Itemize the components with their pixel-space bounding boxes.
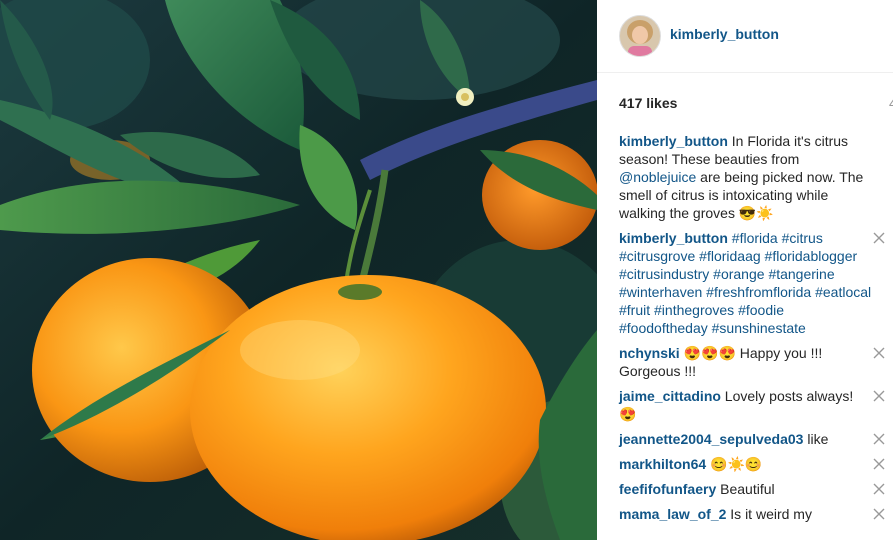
hashtag[interactable]: #freshfromflorida bbox=[706, 284, 811, 300]
likes-edge-text: 4 bbox=[889, 95, 893, 111]
comment-author[interactable]: kimberly_button bbox=[619, 230, 728, 246]
list-item: markhilton64 😊☀️😊 bbox=[619, 455, 891, 473]
post-username[interactable]: kimberly_button bbox=[670, 26, 779, 42]
hashtag[interactable]: #fruit bbox=[619, 302, 650, 318]
hashtag[interactable]: #winterhaven bbox=[619, 284, 702, 300]
list-item: feefifofunfaery Beautiful bbox=[619, 480, 891, 498]
oranges-photo bbox=[0, 0, 597, 540]
close-icon[interactable] bbox=[873, 232, 885, 244]
hashtag[interactable]: #citrus bbox=[782, 230, 823, 246]
close-icon[interactable] bbox=[873, 458, 885, 470]
hashtag[interactable]: #floridablogger bbox=[765, 248, 858, 264]
list-item: jaime_cittadino Lovely posts always! 😍 bbox=[619, 387, 891, 423]
comment-author[interactable]: nchynski bbox=[619, 345, 680, 361]
hashtag[interactable]: #floridaag bbox=[699, 248, 761, 264]
comment-author[interactable]: mama_law_of_2 bbox=[619, 506, 726, 522]
post-photo[interactable] bbox=[0, 0, 597, 540]
comment-text: like bbox=[803, 431, 829, 447]
caption: kimberly_button In Florida it's citrus s… bbox=[619, 132, 891, 222]
close-icon[interactable] bbox=[873, 433, 885, 445]
comment-text: Is it weird my bbox=[726, 506, 812, 522]
comment-author[interactable]: kimberly_button bbox=[619, 133, 728, 149]
avatar-image bbox=[620, 16, 660, 56]
hashtag[interactable]: #tangerine bbox=[768, 266, 834, 282]
mention-link[interactable]: @noblejuice bbox=[619, 169, 696, 185]
list-item: kimberly_button #florida #citrus #citrus… bbox=[619, 229, 891, 337]
likes-count[interactable]: 417 likes bbox=[619, 95, 677, 111]
comment-author[interactable]: markhilton64 bbox=[619, 456, 706, 472]
comment-author[interactable]: feefifofunfaery bbox=[619, 481, 716, 497]
hashtag[interactable]: #florida bbox=[732, 230, 778, 246]
post-sidebar: kimberly_button 417 likes 4 kimberly_but… bbox=[597, 0, 893, 540]
close-icon[interactable] bbox=[873, 508, 885, 520]
list-item: nchynski 😍😍😍 Happy you !!! Gorgeous !!! bbox=[619, 344, 891, 380]
post-header: kimberly_button bbox=[597, 0, 893, 73]
hashtag[interactable]: #citrusindustry bbox=[619, 266, 709, 282]
hashtag[interactable]: #foodie bbox=[738, 302, 784, 318]
comment-text: Beautiful bbox=[716, 481, 775, 497]
hashtag[interactable]: #inthegroves bbox=[654, 302, 734, 318]
list-item: mama_law_of_2 Is it weird my bbox=[619, 505, 891, 523]
avatar[interactable] bbox=[619, 15, 661, 57]
hashtag[interactable]: #sunshinestate bbox=[712, 320, 806, 336]
hashtag[interactable]: #eatlocal bbox=[815, 284, 871, 300]
close-icon[interactable] bbox=[873, 483, 885, 495]
comments-list: kimberly_button In Florida it's citrus s… bbox=[619, 132, 891, 530]
hashtag[interactable]: #foodoftheday bbox=[619, 320, 708, 336]
close-icon[interactable] bbox=[873, 390, 885, 402]
comment-author[interactable]: jeannette2004_sepulveda03 bbox=[619, 431, 803, 447]
hashtag[interactable]: #orange bbox=[713, 266, 764, 282]
comment-text: 😊☀️😊 bbox=[706, 456, 763, 472]
comment-author[interactable]: jaime_cittadino bbox=[619, 388, 721, 404]
close-icon[interactable] bbox=[873, 347, 885, 359]
hashtag[interactable]: #citrusgrove bbox=[619, 248, 695, 264]
list-item: jeannette2004_sepulveda03 like bbox=[619, 430, 891, 448]
